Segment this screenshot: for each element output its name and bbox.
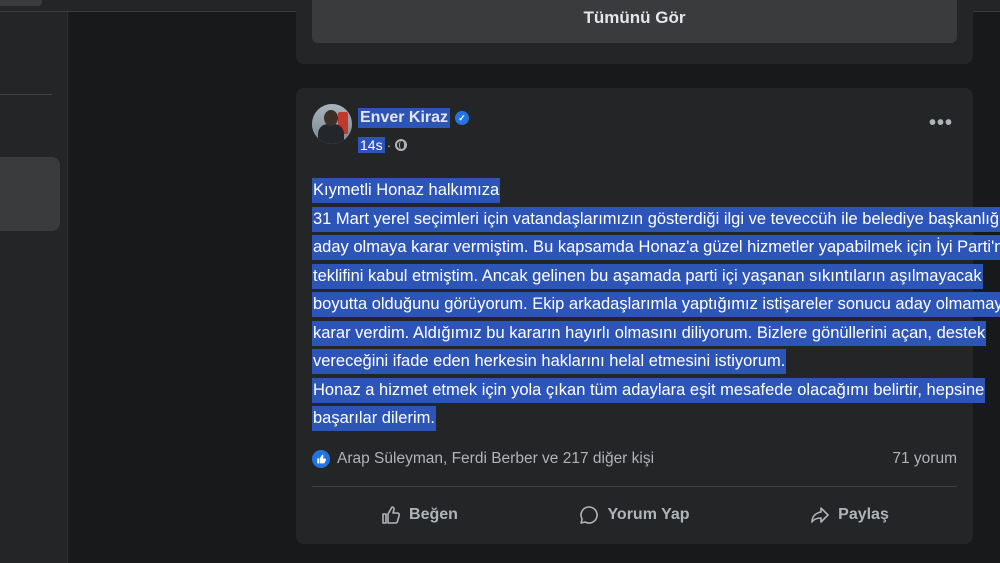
like-label: Beğen bbox=[409, 506, 458, 523]
post-actions: Beğen Yorum Yap Paylaş bbox=[312, 490, 957, 540]
like-button[interactable]: Beğen bbox=[312, 490, 527, 540]
previous-card: Tümünü Gör bbox=[296, 0, 973, 64]
share-label: Paylaş bbox=[838, 506, 889, 523]
sidebar-active-item[interactable] bbox=[0, 157, 60, 231]
share-button[interactable]: Paylaş bbox=[742, 490, 957, 540]
reactions-row: Arap Süleyman, Ferdi Berber ve 217 diğer… bbox=[312, 444, 957, 474]
post-text-line: 31 Mart yerel seçimleri için vatandaşlar… bbox=[312, 205, 1000, 234]
like-reaction-icon bbox=[312, 450, 330, 468]
comment-icon bbox=[580, 506, 599, 524]
see-all-button[interactable]: Tümünü Gör bbox=[312, 0, 957, 43]
meta-separator: · bbox=[386, 137, 392, 153]
post-text-line: aday olmaya karar vermiştim. Bu kapsamda… bbox=[312, 233, 1000, 262]
post-text: Kıymetli Honaz halkımıza 31 Mart yerel s… bbox=[312, 176, 1000, 433]
comments-count[interactable]: 71 yorum bbox=[892, 450, 957, 468]
post-text-line: Honaz a hizmet etmek için yola çıkan tüm… bbox=[312, 376, 986, 405]
avatar[interactable] bbox=[312, 104, 352, 144]
sidebar-divider bbox=[0, 94, 52, 95]
post-card: Enver Kiraz ✓ 14s · ••• Kıymetli Honaz h… bbox=[296, 88, 1000, 544]
post-text-line: vereceğini ifade eden herkesin haklarını… bbox=[312, 347, 962, 376]
more-options-icon[interactable]: ••• bbox=[929, 113, 953, 133]
post-text-line: teklifini kabul etmiştim. Ancak gelinen … bbox=[312, 262, 983, 291]
globe-icon bbox=[395, 139, 408, 151]
comment-button[interactable]: Yorum Yap bbox=[527, 490, 742, 540]
author-name[interactable]: Enver Kiraz bbox=[358, 108, 451, 128]
thumbs-up-icon bbox=[382, 506, 401, 524]
action-divider bbox=[312, 486, 957, 487]
left-sidebar bbox=[0, 12, 68, 563]
share-icon bbox=[811, 507, 829, 523]
verified-icon: ✓ bbox=[455, 111, 470, 125]
post-text-line: karar verdim. Aldığımız bu kararın hayır… bbox=[312, 319, 987, 348]
post-timestamp[interactable]: 14s bbox=[358, 137, 385, 153]
post-text-line: boyutta olduğunu görüyorum. Ekip arkadaş… bbox=[312, 290, 1000, 319]
comment-label: Yorum Yap bbox=[607, 506, 690, 523]
post-meta: 14s · bbox=[358, 135, 408, 155]
post-header: Enver Kiraz ✓ bbox=[358, 107, 470, 129]
reactions-summary[interactable]: Arap Süleyman, Ferdi Berber ve 217 diğer… bbox=[337, 450, 654, 468]
post-text-line: Kıymetli Honaz halkımıza bbox=[312, 176, 962, 205]
post-text-line: başarılar dilerim. bbox=[312, 404, 962, 433]
top-bar-tab[interactable] bbox=[0, 0, 42, 6]
